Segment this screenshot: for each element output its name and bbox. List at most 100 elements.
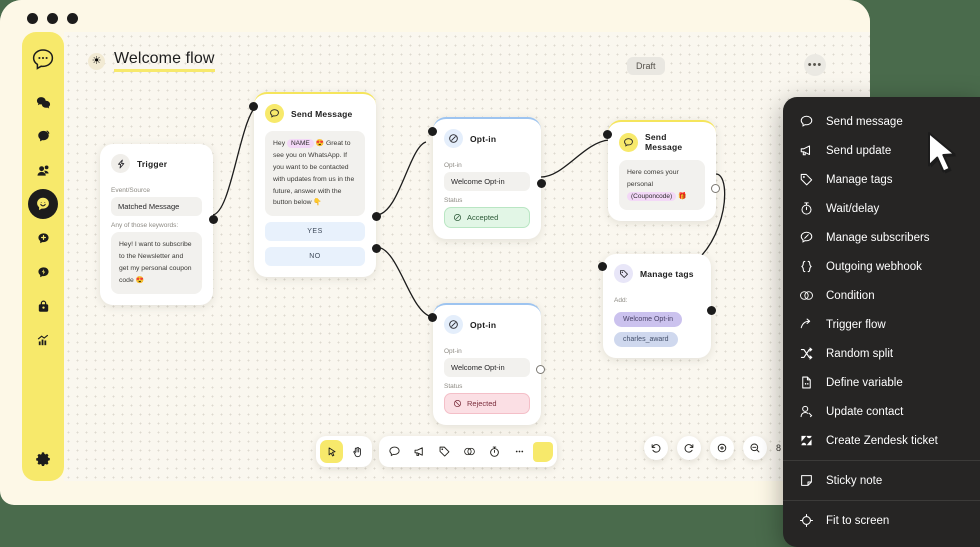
tag-chip[interactable]: charles_award	[614, 332, 678, 347]
hand-pan-icon	[352, 446, 361, 457]
window-minimize-dot[interactable]	[47, 13, 58, 24]
field-label-optin: Opt-in	[444, 162, 462, 169]
window-maximize-dot[interactable]	[67, 13, 78, 24]
zoom-in-button[interactable]	[710, 436, 734, 460]
menu-separator	[783, 460, 980, 461]
sidebar-item-flows[interactable]	[28, 189, 58, 219]
add-send-message-button[interactable]	[383, 440, 406, 463]
node-header: Opt-in	[433, 305, 541, 338]
timer-icon	[490, 446, 499, 457]
zoom-in-icon	[717, 443, 727, 453]
node-output-port-yes[interactable]	[372, 212, 381, 221]
status-rejected: Rejected	[444, 393, 530, 414]
menu-item-label: Random split	[826, 347, 894, 360]
menu-item-define-variable[interactable]: Define variable	[783, 368, 980, 397]
sidebar-settings[interactable]	[22, 451, 64, 467]
add-manage-tags-button[interactable]	[433, 440, 456, 463]
redo-button[interactable]	[677, 436, 701, 460]
menu-item-label: Send message	[826, 115, 903, 128]
menu-item-label: Wait/delay	[826, 202, 880, 215]
menu-item-manage-subscribers[interactable]: Manage subscribers	[783, 223, 980, 252]
optin-icon	[444, 315, 463, 334]
menu-item-update-contact[interactable]: Update contact	[783, 397, 980, 426]
node-output-port[interactable]	[537, 179, 546, 188]
node-input-port[interactable]	[598, 262, 607, 271]
variable-doc-icon	[799, 375, 814, 390]
optin-blocked-icon	[453, 399, 462, 408]
sidebar-item-add-chat[interactable]	[28, 223, 58, 253]
condition-icon	[799, 288, 814, 303]
flow-canvas[interactable]: ☀ Welcome flow Draft ••• Trigger Event/S…	[64, 32, 870, 481]
window-titlebar	[0, 0, 870, 32]
menu-separator	[783, 500, 980, 501]
node-manage-tags[interactable]: Manage tags Add: Welcome Opt-in charles_…	[598, 254, 716, 358]
undo-button[interactable]	[644, 436, 668, 460]
traffic-lights	[27, 13, 78, 24]
node-input-port[interactable]	[249, 102, 258, 111]
menu-item-wait-delay[interactable]: Wait/delay	[783, 194, 980, 223]
menu-item-label: Trigger flow	[826, 318, 886, 331]
megaphone-icon	[414, 447, 423, 456]
gear-icon	[36, 452, 50, 466]
app-sidebar	[22, 32, 64, 481]
chat-bubble-logo-icon[interactable]	[28, 45, 58, 75]
node-input-port[interactable]	[603, 130, 612, 139]
node-trigger[interactable]: Trigger Event/Source Matched Message Any…	[100, 144, 218, 305]
quick-reply-yes[interactable]: YES	[265, 222, 365, 242]
field-value-optin[interactable]: Welcome Opt-in	[444, 358, 530, 377]
message-text[interactable]: Here comes your personal (Couponcode) 🎁	[619, 160, 705, 210]
node-optin-accepted[interactable]: Opt-in Opt-in Welcome Opt-in Status Acce…	[428, 117, 546, 239]
node-send-message-1[interactable]: Send Message Hey NAME 😍 Great to see you…	[249, 92, 381, 278]
menu-item-condition[interactable]: Condition	[783, 281, 980, 310]
node-output-port[interactable]	[711, 184, 720, 193]
node-output-port[interactable]	[707, 306, 716, 315]
menu-item-create-zendesk-ticket[interactable]: Create Zendesk ticket	[783, 426, 980, 455]
more-nodes-button[interactable]	[508, 440, 531, 463]
menu-item-outgoing-webhook[interactable]: Outgoing webhook	[783, 252, 980, 281]
add-condition-button[interactable]	[458, 440, 481, 463]
field-label-keywords: Any of those keywords:	[111, 222, 179, 229]
mouse-cursor	[925, 130, 961, 176]
page-title[interactable]: Welcome flow	[114, 50, 215, 72]
person-edit-icon	[799, 404, 814, 419]
node-title: Opt-in	[470, 319, 497, 330]
field-value-event-source[interactable]: Matched Message	[111, 197, 202, 216]
sidebar-item-commerce[interactable]	[28, 291, 58, 321]
node-output-port[interactable]	[209, 215, 218, 224]
canvas-zoom-controls: 8	[644, 436, 781, 460]
node-input-port[interactable]	[428, 313, 437, 322]
sidebar-item-automation[interactable]	[28, 257, 58, 287]
toolbar-tools-group	[316, 436, 372, 467]
message-text-pre: Here comes your personal	[627, 169, 679, 188]
tag-chip[interactable]: Welcome Opt-in	[614, 312, 683, 327]
menu-item-trigger-flow[interactable]: Trigger flow	[783, 310, 980, 339]
sidebar-item-analytics[interactable]	[28, 325, 58, 355]
node-optin-rejected[interactable]: Opt-in Opt-in Welcome Opt-in Status Reje…	[428, 303, 545, 425]
node-input-port[interactable]	[428, 127, 437, 136]
pan-tool-button[interactable]	[345, 440, 368, 463]
sidebar-item-chats[interactable]	[28, 87, 58, 117]
sidebar-item-broadcast[interactable]	[28, 121, 58, 151]
select-tool-button[interactable]	[320, 440, 343, 463]
field-value-optin[interactable]: Welcome Opt-in	[444, 172, 530, 191]
sticky-note-swatch[interactable]	[533, 441, 553, 462]
window-close-dot[interactable]	[27, 13, 38, 24]
sidebar-item-contacts[interactable]	[28, 155, 58, 185]
menu-item-sticky-note[interactable]: Sticky note	[783, 466, 980, 495]
message-text[interactable]: Hey NAME 😍 Great to see you on WhatsApp.…	[265, 131, 365, 217]
add-send-update-button[interactable]	[408, 440, 431, 463]
zoom-percentage: 8	[776, 443, 782, 453]
node-output-port[interactable]	[536, 365, 545, 374]
menu-item-random-split[interactable]: Random split	[783, 339, 980, 368]
field-label-status: Status	[444, 197, 463, 204]
message-variable-pill: (Couponcode)	[627, 191, 677, 201]
message-icon	[265, 104, 284, 123]
node-send-message-2[interactable]: Send Message Here comes your personal (C…	[603, 120, 720, 221]
flow-more-button[interactable]: •••	[804, 54, 826, 76]
field-label-optin: Opt-in	[444, 348, 462, 355]
node-output-port-no[interactable]	[372, 244, 381, 253]
field-value-keywords[interactable]: Hey! I want to subscribe to the Newslett…	[111, 232, 202, 294]
zoom-out-button[interactable]	[743, 436, 767, 460]
add-wait-delay-button[interactable]	[483, 440, 506, 463]
quick-reply-no[interactable]: NO	[265, 247, 365, 267]
